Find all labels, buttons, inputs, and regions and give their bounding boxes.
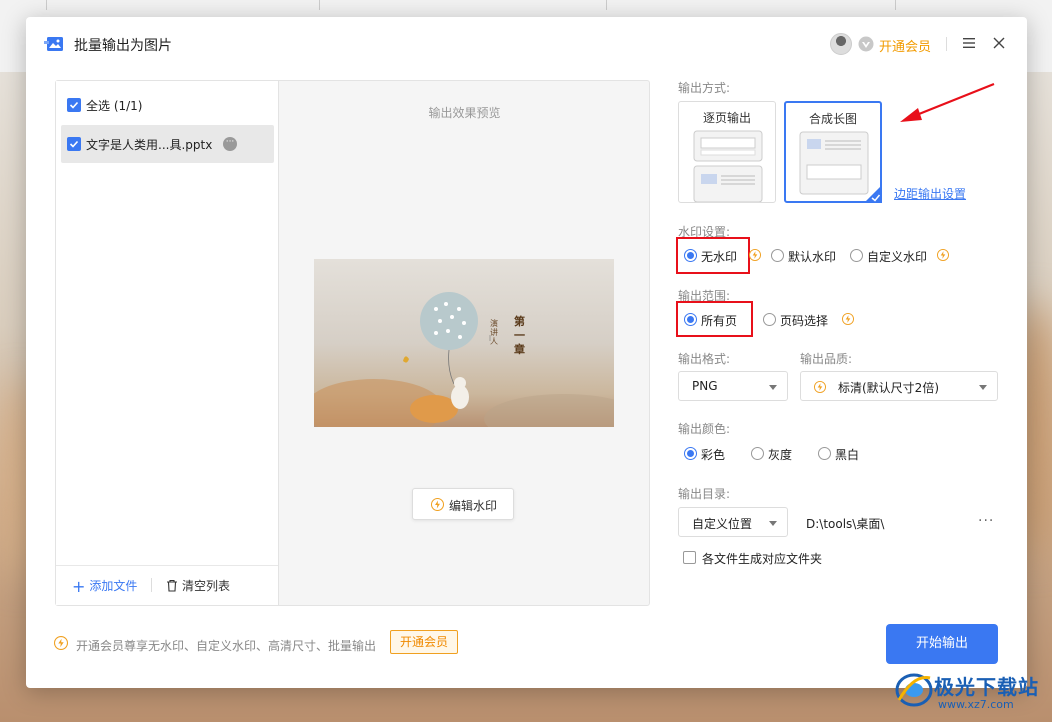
default-watermark-label: 默认水印 [788,250,837,264]
radio-no-watermark[interactable] [684,249,697,262]
image-export-icon [44,37,63,51]
chevron-down-icon [769,521,777,526]
slide-illustration [314,292,614,427]
list-item[interactable]: 文字是人类用...具.pptx ··· [61,125,274,163]
radio-all-pages[interactable] [684,313,697,326]
per-file-folder-checkbox[interactable] [683,551,696,564]
file-and-preview-panel: 全选 (1/1) 文字是人类用...具.pptx ··· +添加文件 清空列表 [55,80,650,606]
format-value: PNG [692,379,718,393]
selected-check-icon [864,185,882,203]
chevron-down-icon [769,385,777,390]
slide-speaker-text: 演讲人 [490,319,498,346]
user-avatar[interactable] [830,33,852,55]
format-select[interactable]: PNG [678,371,788,401]
format-label: 输出格式: [678,352,731,366]
annotation-arrow-icon [900,82,995,122]
plus-icon: + [72,577,86,596]
add-file-label: 添加文件 [89,579,138,593]
preview-title: 输出效果预览 [428,106,501,120]
vip-badge-icon [858,36,874,52]
all-pages-label: 所有页 [701,314,738,328]
color-label: 输出颜色: [678,422,731,436]
quality-label: 输出品质: [800,352,853,366]
vip-bolt-icon [937,249,949,261]
custom-watermark-label: 自定义水印 [867,250,928,264]
vip-bolt-icon [814,381,826,393]
start-export-button[interactable]: 开始输出 [886,624,998,664]
mode-page-by-page[interactable]: 逐页输出 [678,101,776,203]
clear-list-label: 清空列表 [182,579,231,593]
select-all-row[interactable]: 全选 (1/1) [56,91,278,119]
pages-icon [693,130,763,202]
grayscale-option-label: 灰度 [768,448,793,462]
color-option-label: 彩色 [701,448,726,462]
radio-page-select[interactable] [763,313,776,326]
radio-color[interactable] [684,447,697,460]
slide-preview-image: 演讲人 第一章 [314,259,614,427]
edit-watermark-label: 编辑水印 [449,499,498,513]
vip-benefits-tip: 开通会员尊享无水印、自定义水印、高清尺寸、批量输出 [76,639,377,653]
radio-grayscale[interactable] [751,447,764,460]
menu-icon[interactable] [962,36,976,50]
quality-value: 标清(默认尺寸2倍) [838,381,939,395]
more-options-icon[interactable]: ··· [223,137,237,151]
radio-black-white[interactable] [818,447,831,460]
radio-custom-watermark[interactable] [850,249,863,262]
check-icon [69,140,79,148]
vip-bolt-icon [842,313,854,325]
slide-chapter-text: 第一章 [514,315,525,356]
close-icon[interactable] [992,36,1006,50]
no-watermark-label: 无水印 [701,250,738,264]
dialog-title: 批量输出为图片 [74,38,172,54]
radio-default-watermark[interactable] [771,249,784,262]
file-checkbox[interactable] [67,137,81,151]
footer-open-vip-button[interactable]: 开通会员 [390,630,458,654]
site-watermark-name: 极光下载站 [934,675,1039,699]
chevron-down-icon [979,385,987,390]
footer-divider [151,578,152,592]
export-images-dialog: 批量输出为图片 开通会员 全选 (1/1) 文字是人类用...具.pptx ··… [26,17,1027,688]
directory-mode-value: 自定义位置 [692,517,753,531]
file-list-footer: + 添加文件 清空列表 [56,565,278,605]
add-file-button[interactable]: + 添加文件 [72,577,137,596]
clear-list-button[interactable]: 清空列表 [166,577,230,594]
mode-page-by-page-label: 逐页输出 [702,111,751,125]
file-name: 文字是人类用...具.pptx [86,138,213,152]
vip-bolt-icon [431,498,444,511]
output-path: D:\tools\桌面\ [806,517,885,531]
select-all-checkbox[interactable] [67,98,81,112]
black-white-option-label: 黑白 [835,448,860,462]
trash-icon [167,579,177,592]
check-icon [69,101,79,109]
long-image-icon [799,131,869,195]
vip-bolt-icon [54,636,68,650]
select-all-label: 全选 (1/1) [86,99,143,113]
vip-bolt-icon [749,249,761,261]
open-vip-link[interactable]: 开通会员 [879,36,931,55]
mode-long-image-label: 合成长图 [808,112,857,126]
per-file-folder-label: 各文件生成对应文件夹 [702,552,823,566]
title-divider [946,37,947,51]
edit-watermark-button[interactable]: 编辑水印 [412,488,514,520]
mode-long-image[interactable]: 合成长图 [784,101,882,203]
output-mode-label: 输出方式: [678,81,731,95]
file-list: 全选 (1/1) 文字是人类用...具.pptx ··· + 添加文件 清空列表 [56,81,279,605]
quality-select[interactable]: 标清(默认尺寸2倍) [800,371,998,401]
directory-label: 输出目录: [678,487,731,501]
dialog-title-bar: 批量输出为图片 开通会员 [26,17,1027,71]
page-select-label: 页码选择 [780,314,829,328]
browse-path-button[interactable]: ··· [978,513,994,529]
site-watermark-url: www.xz7.com [938,698,1014,711]
directory-mode-select[interactable]: 自定义位置 [678,507,788,537]
margin-settings-link[interactable]: 边距输出设置 [894,185,966,202]
